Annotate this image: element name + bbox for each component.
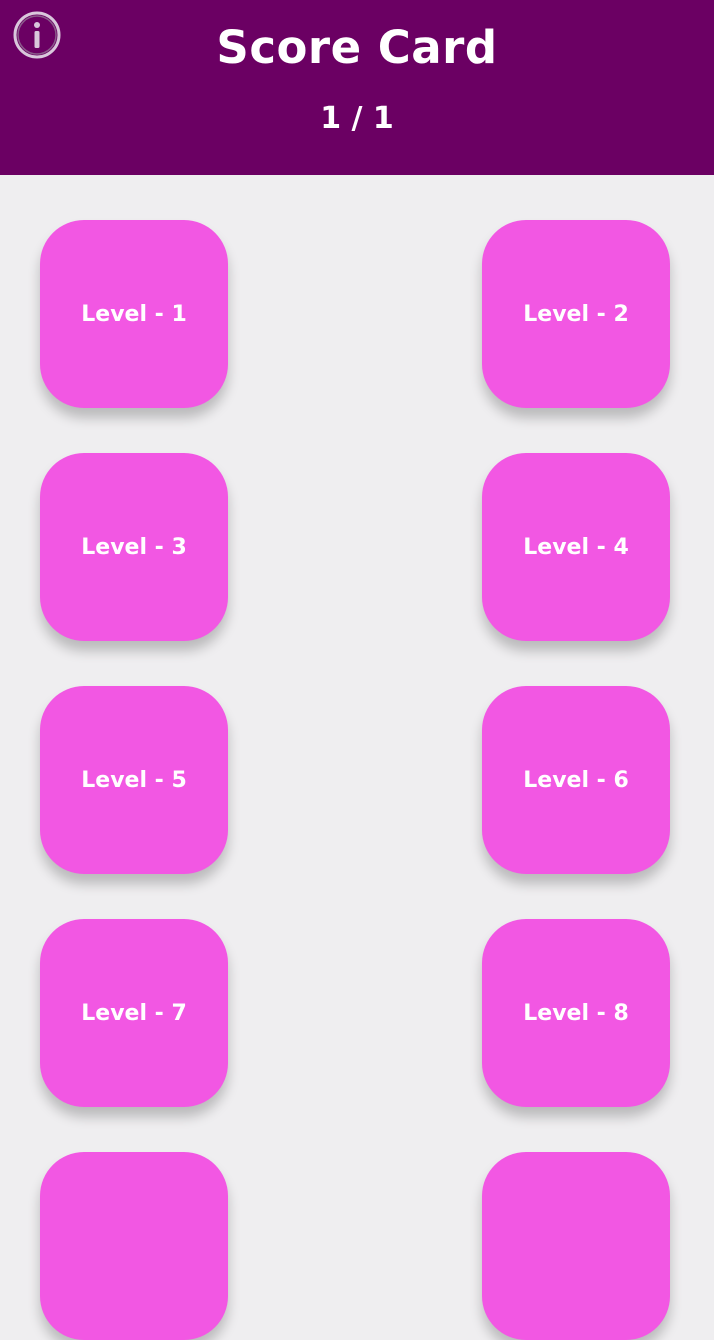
- level-label: Level - 8: [523, 1000, 629, 1026]
- level-label: Level - 2: [523, 301, 629, 327]
- level-label: Level - 5: [81, 767, 187, 793]
- level-label: Level - 3: [81, 534, 187, 560]
- level-label: Level - 7: [81, 1000, 187, 1026]
- level-tile-7[interactable]: Level - 7: [40, 919, 228, 1107]
- level-tile-5[interactable]: Level - 5: [40, 686, 228, 874]
- level-tile-8[interactable]: Level - 8: [482, 919, 670, 1107]
- level-grid: Level - 1 Level - 2 Level - 3 Level - 4 …: [0, 175, 714, 1340]
- level-tile-3[interactable]: Level - 3: [40, 453, 228, 641]
- level-tile-2[interactable]: Level - 2: [482, 220, 670, 408]
- level-label: Level - 4: [523, 534, 629, 560]
- level-tile-6[interactable]: Level - 6: [482, 686, 670, 874]
- level-label: Level - 1: [81, 301, 187, 327]
- level-tile-9[interactable]: [40, 1152, 228, 1340]
- level-label: Level - 6: [523, 767, 629, 793]
- level-tile-1[interactable]: Level - 1: [40, 220, 228, 408]
- header-bar: Score Card 1 / 1: [0, 0, 714, 175]
- page-title: Score Card: [216, 21, 498, 74]
- progress-indicator: 1 / 1: [320, 101, 394, 136]
- level-tile-10[interactable]: [482, 1152, 670, 1340]
- level-tile-4[interactable]: Level - 4: [482, 453, 670, 641]
